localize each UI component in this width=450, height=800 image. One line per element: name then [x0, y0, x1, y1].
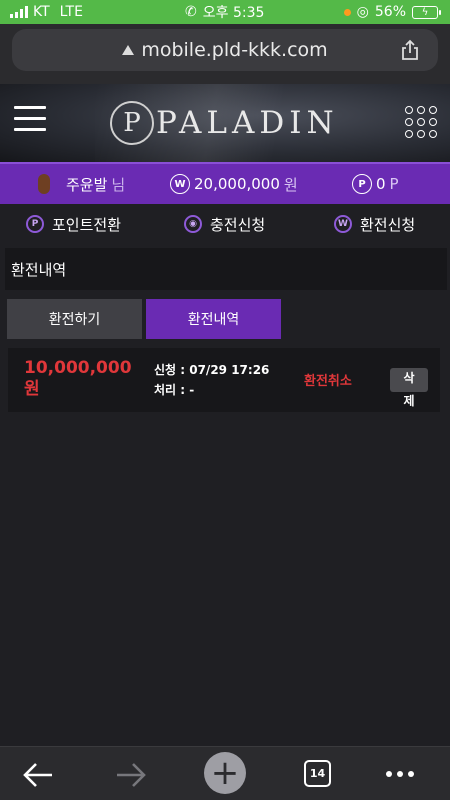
withdraw-amount-value: 10,000,000	[24, 358, 132, 378]
point-convert-button[interactable]: P 포인트전환	[26, 214, 121, 235]
tab-withdraw[interactable]: 환전하기	[7, 299, 142, 339]
logo-text: PALADIN	[156, 105, 339, 141]
list-item: 10,000,000 원 신청 : 07/29 17:26 처리 : - 환전취…	[8, 348, 440, 412]
share-icon[interactable]	[400, 39, 420, 61]
withdraw-cancel-button[interactable]: 환전취소	[304, 370, 352, 389]
balance-value: 20,000,000	[194, 175, 280, 193]
new-tab-icon[interactable]: +	[204, 752, 246, 794]
tab-withdraw-history[interactable]: 환전내역	[146, 299, 281, 339]
signal-icon	[10, 6, 28, 18]
points-unit: P	[389, 175, 399, 193]
url-bar[interactable]: mobile.pld-kkk.com	[12, 29, 438, 71]
user-info-bar: 주윤발 님 W 20,000,000 원 P 0 P	[0, 162, 450, 204]
logo-emblem: P	[110, 101, 154, 145]
browser-toolbar: + 14	[0, 746, 450, 800]
withdraw-amount-unit: 원	[24, 379, 40, 399]
user-name: 주윤발	[66, 175, 108, 194]
withdraw-request-button[interactable]: W 환전신청	[334, 214, 415, 235]
carrier-label: KT	[33, 4, 50, 20]
menu-icon[interactable]	[14, 106, 46, 132]
more-icon[interactable]	[386, 771, 414, 777]
page-title: 환전내역	[5, 248, 447, 290]
clock-label: 오후 5:35	[202, 5, 265, 21]
battery-icon: ϟ	[412, 5, 441, 19]
won-icon: W	[170, 174, 190, 194]
phone-icon: ✆	[185, 4, 197, 20]
forward-icon[interactable]	[115, 761, 147, 789]
site-header: P PALADIN	[0, 84, 450, 162]
warning-icon	[122, 45, 135, 55]
deposit-icon: ◉	[184, 215, 202, 233]
battery-percent: 56%	[374, 4, 406, 20]
avatar	[38, 174, 50, 194]
point-icon: P	[352, 174, 372, 194]
withdraw-icon: W	[334, 215, 352, 233]
point-icon: P	[26, 215, 44, 233]
quick-actions: P 포인트전환 ◉ 충전신청 W 환전신청	[0, 204, 450, 244]
url-text: mobile.pld-kkk.com	[141, 39, 328, 61]
balance-unit: 원	[283, 175, 298, 194]
points: P 0 P	[352, 174, 399, 194]
points-value: 0	[376, 175, 386, 193]
point-convert-label: 포인트전환	[52, 215, 122, 234]
delete-button-label-wrap[interactable]: 제	[390, 392, 428, 409]
status-bar: KT LTE ✆ 오후 5:35 ◎ 56% ϟ	[0, 0, 450, 24]
site-logo[interactable]: P PALADIN	[110, 98, 350, 148]
browser-address-area: mobile.pld-kkk.com	[0, 24, 450, 84]
request-info: 신청 : 07/29 17:26 처리 : -	[154, 360, 269, 400]
privacy-dot-icon	[343, 8, 351, 16]
balance: W 20,000,000 원	[170, 174, 298, 195]
withdraw-amount: 10,000,000 원	[24, 358, 134, 400]
deposit-request-label: 충전신청	[210, 215, 266, 234]
user-name-suffix: 님	[111, 175, 126, 194]
withdraw-request-label: 환전신청	[360, 215, 416, 234]
tab-switcher-icon[interactable]: 14	[304, 760, 331, 787]
deposit-request-button[interactable]: ◉ 충전신청	[184, 214, 265, 235]
network-label: LTE	[59, 4, 83, 20]
delete-button[interactable]: 삭	[390, 368, 428, 392]
processed-time: 처리 : -	[154, 383, 195, 397]
tab-bar: 환전하기 환전내역	[7, 299, 281, 339]
rotation-lock-icon: ◎	[356, 4, 369, 20]
request-time: 신청 : 07/29 17:26	[154, 363, 270, 377]
back-icon[interactable]	[22, 761, 54, 789]
apps-grid-icon[interactable]	[405, 106, 437, 138]
